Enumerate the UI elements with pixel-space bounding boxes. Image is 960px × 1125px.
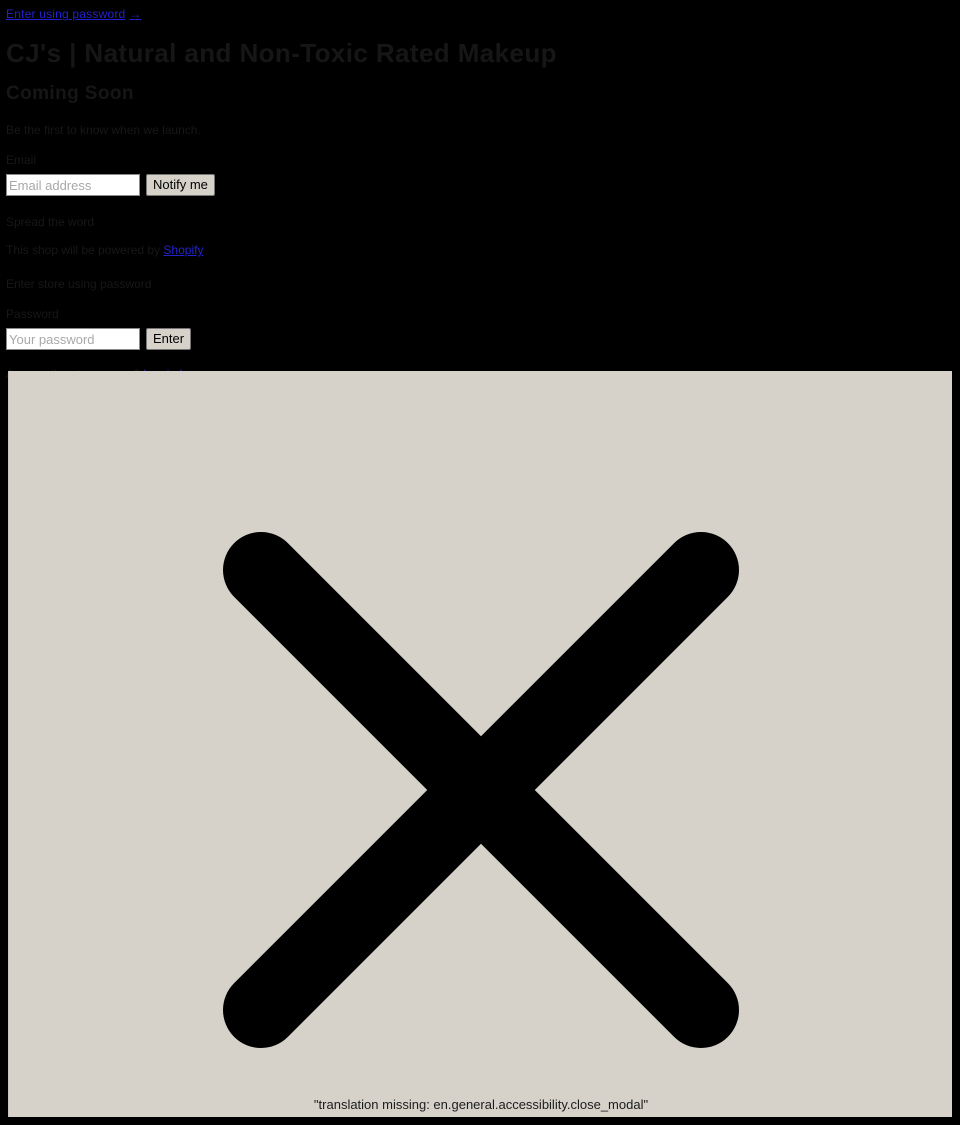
enter-store-heading: Enter store using password — [6, 277, 152, 291]
enter-button[interactable]: Enter — [146, 328, 192, 350]
password-label: Password — [6, 307, 59, 321]
email-signup-form: Notify me — [0, 168, 960, 196]
email-label: Email — [6, 153, 37, 167]
top-password-bar: Enter using password → — [6, 6, 141, 22]
enter-using-password-link[interactable]: Enter using password → — [6, 7, 141, 21]
email-input[interactable] — [6, 174, 140, 196]
spread-the-word-heading: Spread the word — [6, 215, 95, 229]
close-modal-button[interactable] — [9, 371, 953, 1117]
shopify-link[interactable]: Shopify — [163, 243, 203, 257]
close-modal-overlay[interactable]: "translation missing: en.general.accessi… — [8, 371, 952, 1117]
coming-soon-heading: Coming Soon — [6, 83, 134, 104]
password-input[interactable] — [6, 328, 140, 350]
powered-by-line: This shop will be powered by Shopify — [0, 230, 960, 258]
arrow-right-icon: → — [129, 7, 142, 21]
notify-me-button[interactable]: Notify me — [146, 174, 215, 196]
shop-title: CJ's | Natural and Non-Toxic Rated Makeu… — [6, 38, 557, 68]
close-modal-caption: "translation missing: en.general.accessi… — [313, 1097, 649, 1112]
lede-text: Be the first to know when we launch. — [6, 123, 201, 137]
password-form: Enter — [0, 322, 960, 350]
enter-using-password-label: Enter using password — [6, 7, 126, 21]
coming-soon-page: CJ's | Natural and Non-Toxic Rated Makeu… — [0, 30, 960, 382]
powered-by-prefix: This shop will be powered by — [6, 243, 164, 257]
